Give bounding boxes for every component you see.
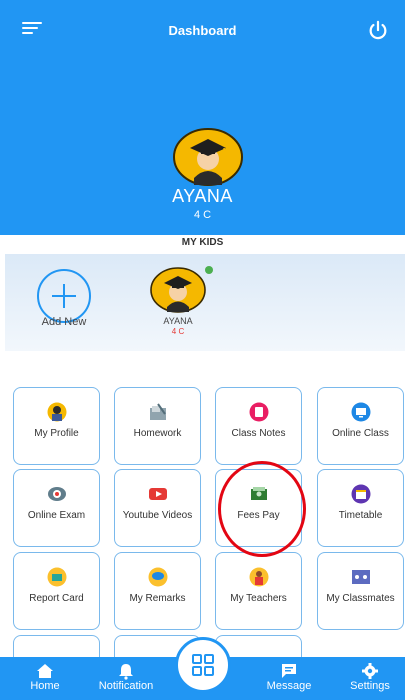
tile-label: Class Notes <box>231 428 286 439</box>
grid-icon <box>192 654 214 676</box>
online-exam-tile[interactable]: Online Exam <box>13 469 100 547</box>
report-card-icon <box>47 567 67 587</box>
nav-label: Notification <box>98 680 154 692</box>
timetable-icon <box>351 484 371 504</box>
teachers-icon <box>249 567 269 587</box>
tile-label: My Remarks <box>129 593 186 604</box>
report-card-tile[interactable]: Report Card <box>13 552 100 630</box>
homework-tile[interactable]: Homework <box>114 387 201 465</box>
class-notes-tile[interactable]: Class Notes <box>215 387 302 465</box>
dashboard-fab[interactable] <box>175 637 231 693</box>
online-class-tile[interactable]: Online Class <box>317 387 404 465</box>
my-kids-label: MY KIDS <box>181 237 224 248</box>
tile-label: My Teachers <box>230 593 287 604</box>
online-status-dot <box>205 266 213 274</box>
nav-label: Message <box>266 680 312 692</box>
nav-settings[interactable]: Settings <box>340 657 400 700</box>
current-kid-class: 4 C <box>193 209 212 221</box>
current-kid-name: AYANA <box>172 186 233 206</box>
tile-label: Youtube Videos <box>122 510 193 521</box>
student-avatar <box>173 128 243 186</box>
bell-icon <box>119 664 133 680</box>
nav-label: Settings <box>350 680 390 692</box>
tile-label: Online Exam <box>27 510 86 521</box>
class-notes-icon <box>249 402 269 422</box>
my-remarks-tile[interactable]: My Remarks <box>114 552 201 630</box>
settings-icon <box>362 663 378 679</box>
fees-pay-icon <box>251 487 267 500</box>
tile-label: My Profile <box>34 428 79 439</box>
remarks-icon <box>148 567 168 587</box>
fees-pay-tile[interactable]: Fees Pay <box>215 469 302 547</box>
nav-notification[interactable]: Notification <box>88 657 164 700</box>
profile-icon <box>47 402 67 422</box>
tile-label: Homework <box>133 428 182 439</box>
online-exam-icon <box>48 487 66 501</box>
online-class-icon <box>351 402 371 422</box>
youtube-icon <box>149 488 167 500</box>
nav-home[interactable]: Home <box>14 657 76 700</box>
tile-label: Fees Pay <box>237 510 280 521</box>
my-classmates-tile[interactable]: My Classmates <box>317 552 404 630</box>
page-title: Dashboard <box>168 23 237 38</box>
classmates-icon <box>352 570 370 584</box>
tile-label: Report Card <box>29 593 84 604</box>
home-icon <box>37 664 53 678</box>
tile-label: Online Class <box>332 428 389 439</box>
nav-message[interactable]: Message <box>258 657 320 700</box>
timetable-tile[interactable]: Timetable <box>317 469 404 547</box>
tile-label: Timetable <box>338 510 383 521</box>
homework-icon <box>150 403 166 420</box>
youtube-videos-tile[interactable]: Youtube Videos <box>114 469 201 547</box>
power-icon[interactable] <box>367 20 389 42</box>
my-teachers-tile[interactable]: My Teachers <box>215 552 302 630</box>
message-icon <box>282 664 296 678</box>
kid-avatar[interactable] <box>150 267 206 313</box>
tile-label: My Classmates <box>326 593 395 604</box>
add-kid-button[interactable] <box>37 269 91 323</box>
kid-name: AYANA <box>163 316 193 326</box>
my-profile-tile[interactable]: My Profile <box>13 387 100 465</box>
kid-class: 4 C <box>171 327 185 336</box>
nav-label: Home <box>30 680 60 692</box>
add-new-label: Add New <box>41 316 87 328</box>
